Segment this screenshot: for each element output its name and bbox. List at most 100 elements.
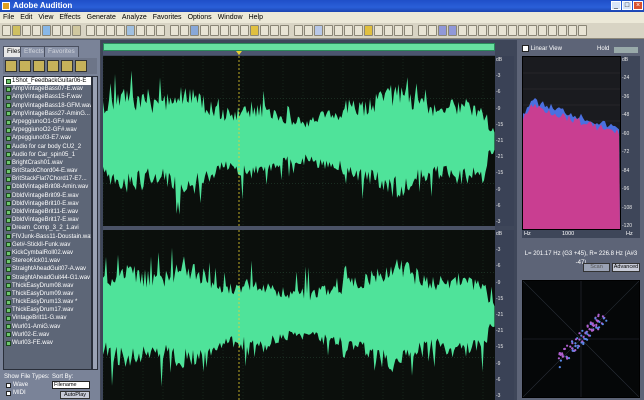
toolbar-tool-icon[interactable] bbox=[324, 25, 333, 36]
toolbar-tool-icon[interactable] bbox=[394, 25, 403, 36]
toolbar-tool-icon[interactable] bbox=[418, 25, 427, 36]
wave-checkbox[interactable] bbox=[6, 382, 11, 388]
toolbar-tool-icon[interactable] bbox=[498, 25, 507, 36]
toolbar-tool-icon[interactable] bbox=[304, 25, 313, 36]
toolbar-tool-icon[interactable] bbox=[488, 25, 497, 36]
play-file-icon[interactable] bbox=[61, 60, 73, 72]
autoplay-button[interactable]: AutoPlay bbox=[60, 391, 90, 399]
toolbar-tool-icon[interactable] bbox=[468, 25, 477, 36]
toolbar-tool-icon[interactable] bbox=[220, 25, 229, 36]
import-file-icon[interactable] bbox=[19, 60, 31, 72]
open-file-icon[interactable] bbox=[5, 60, 17, 72]
toolbar-tool-icon[interactable] bbox=[428, 25, 437, 36]
toolbar-tool-icon[interactable] bbox=[260, 25, 269, 36]
file-list-item[interactable]: Wurl03-FE.wav bbox=[4, 339, 91, 347]
toolbar-tool-icon[interactable] bbox=[42, 25, 51, 36]
right-channel-waveform[interactable] bbox=[103, 230, 495, 400]
linear-view-checkbox[interactable] bbox=[522, 45, 529, 52]
menu-analyze[interactable]: Analyze bbox=[119, 12, 150, 23]
toolbar-tool-icon[interactable] bbox=[62, 25, 71, 36]
toolbar-tool-icon[interactable] bbox=[96, 25, 105, 36]
file-list-scrollbar[interactable] bbox=[92, 76, 98, 370]
file-list-item[interactable]: Wurl01-AmiG.wav bbox=[4, 323, 91, 331]
toolbar-tool-icon[interactable] bbox=[210, 25, 219, 36]
time-ruler[interactable] bbox=[103, 51, 495, 55]
file-list-item[interactable]: Arpeggiuno03-E7.wav bbox=[4, 134, 91, 142]
file-list-item[interactable]: DbldVintageBrit17-E.wav bbox=[4, 216, 91, 224]
toolbar-tool-icon[interactable] bbox=[294, 25, 303, 36]
file-list-item[interactable]: FIVJunk-Bass11-Doustain.wav bbox=[4, 233, 91, 241]
file-list-item[interactable]: BrightCrash01.wav bbox=[4, 159, 91, 167]
file-list-item[interactable]: StereoKick01.wav bbox=[4, 257, 91, 265]
file-list-item[interactable]: Wurl02-E.wav bbox=[4, 331, 91, 339]
scan-button[interactable]: Scan bbox=[583, 263, 610, 272]
file-list-item[interactable]: ThickEasyDrum09.wav bbox=[4, 290, 91, 298]
file-list-item[interactable]: DbldVintageBrit10-E.wav bbox=[4, 200, 91, 208]
menu-window[interactable]: Window bbox=[215, 12, 246, 23]
toolbar-tool-icon[interactable] bbox=[344, 25, 353, 36]
toolbar-tool-icon[interactable] bbox=[126, 25, 135, 36]
toolbar-tool-icon[interactable] bbox=[548, 25, 557, 36]
tab-favorites[interactable]: Favorites bbox=[44, 46, 79, 57]
toolbar-tool-icon[interactable] bbox=[200, 25, 209, 36]
file-list-item[interactable]: VintageBrit11-G.wav bbox=[4, 314, 91, 322]
toolbar-tool-icon[interactable] bbox=[116, 25, 125, 36]
file-list-item[interactable]: ThickEasyDrum13.wav * bbox=[4, 298, 91, 306]
toolbar-tool-icon[interactable] bbox=[156, 25, 165, 36]
toolbar-tool-icon[interactable] bbox=[374, 25, 383, 36]
toolbar-tool-icon[interactable] bbox=[384, 25, 393, 36]
file-list-item[interactable]: ThickEasyDrum17.wav bbox=[4, 306, 91, 314]
loop-file-icon[interactable] bbox=[75, 60, 87, 72]
file-list-item[interactable]: ArpeggiunoO2-GF#.wav bbox=[4, 126, 91, 134]
toolbar-tool-icon[interactable] bbox=[334, 25, 343, 36]
insert-file-icon[interactable] bbox=[47, 60, 59, 72]
file-list-item[interactable]: Audio for Car_spin05_1 bbox=[4, 151, 91, 159]
sort-by-select[interactable]: Filename bbox=[52, 381, 90, 389]
left-channel-waveform[interactable] bbox=[103, 56, 495, 226]
hold-buttons[interactable] bbox=[614, 47, 638, 53]
toolbar-tool-icon[interactable] bbox=[528, 25, 537, 36]
toolbar-tool-icon[interactable] bbox=[538, 25, 547, 36]
file-list-item[interactable]: ArpeggiunoO1-GF#.wav bbox=[4, 118, 91, 126]
file-list-item[interactable]: Audio for car body CU2_2 bbox=[4, 143, 91, 151]
close-file-icon[interactable] bbox=[33, 60, 45, 72]
menu-favorites[interactable]: Favorites bbox=[150, 12, 185, 23]
toolbar-tool-icon[interactable] bbox=[136, 25, 145, 36]
toolbar-tool-icon[interactable] bbox=[32, 25, 41, 36]
file-list-item[interactable]: ThickEasyDrum08.wav bbox=[4, 282, 91, 290]
file-list-item[interactable]: AmpVintageBass18-GFM.wav bbox=[4, 102, 91, 110]
file-list-item[interactable]: Dream_Comp_3_2_1.avi bbox=[4, 224, 91, 232]
file-list-item[interactable]: BritStackFlat7Chord17-E7... bbox=[4, 175, 91, 183]
file-list-item[interactable]: DbldVintageBrit11-E.wav bbox=[4, 208, 91, 216]
toolbar-tool-icon[interactable] bbox=[2, 25, 11, 36]
toolbar-tool-icon[interactable] bbox=[518, 25, 527, 36]
toolbar-tool-icon[interactable] bbox=[270, 25, 279, 36]
menu-help[interactable]: Help bbox=[246, 12, 266, 23]
toolbar-tool-icon[interactable] bbox=[72, 25, 81, 36]
file-list-item[interactable]: BritStackChord04-E.wav bbox=[4, 167, 91, 175]
toolbar-tool-icon[interactable] bbox=[170, 25, 179, 36]
toolbar-tool-icon[interactable] bbox=[568, 25, 577, 36]
menu-generate[interactable]: Generate bbox=[84, 12, 119, 23]
toolbar-tool-icon[interactable] bbox=[86, 25, 95, 36]
toolbar-tool-icon[interactable] bbox=[190, 25, 199, 36]
toolbar-tool-icon[interactable] bbox=[240, 25, 249, 36]
menu-effects[interactable]: Effects bbox=[56, 12, 83, 23]
minimize-button[interactable]: _ bbox=[611, 1, 621, 10]
menu-file[interactable]: File bbox=[0, 12, 17, 23]
file-list-item[interactable]: KickCymbalRoll02.wav bbox=[4, 249, 91, 257]
file-list-item[interactable]: DbldVintageBrit08-Amin.wav bbox=[4, 183, 91, 191]
toolbar-tool-icon[interactable] bbox=[180, 25, 189, 36]
toolbar-tool-icon[interactable] bbox=[458, 25, 467, 36]
close-button[interactable]: × bbox=[633, 1, 643, 10]
toolbar-tool-icon[interactable] bbox=[354, 25, 363, 36]
advanced-button[interactable]: Advanced bbox=[612, 263, 640, 272]
toolbar-tool-icon[interactable] bbox=[314, 25, 323, 36]
toolbar-tool-icon[interactable] bbox=[12, 25, 21, 36]
file-list-item[interactable]: AmpVintageBass27-AminG... bbox=[4, 110, 91, 118]
file-type-midi[interactable]: MIDI bbox=[6, 389, 26, 397]
menu-options[interactable]: Options bbox=[185, 12, 215, 23]
toolbar-tool-icon[interactable] bbox=[106, 25, 115, 36]
toolbar-tool-icon[interactable] bbox=[22, 25, 31, 36]
overview-bar[interactable] bbox=[103, 43, 495, 51]
